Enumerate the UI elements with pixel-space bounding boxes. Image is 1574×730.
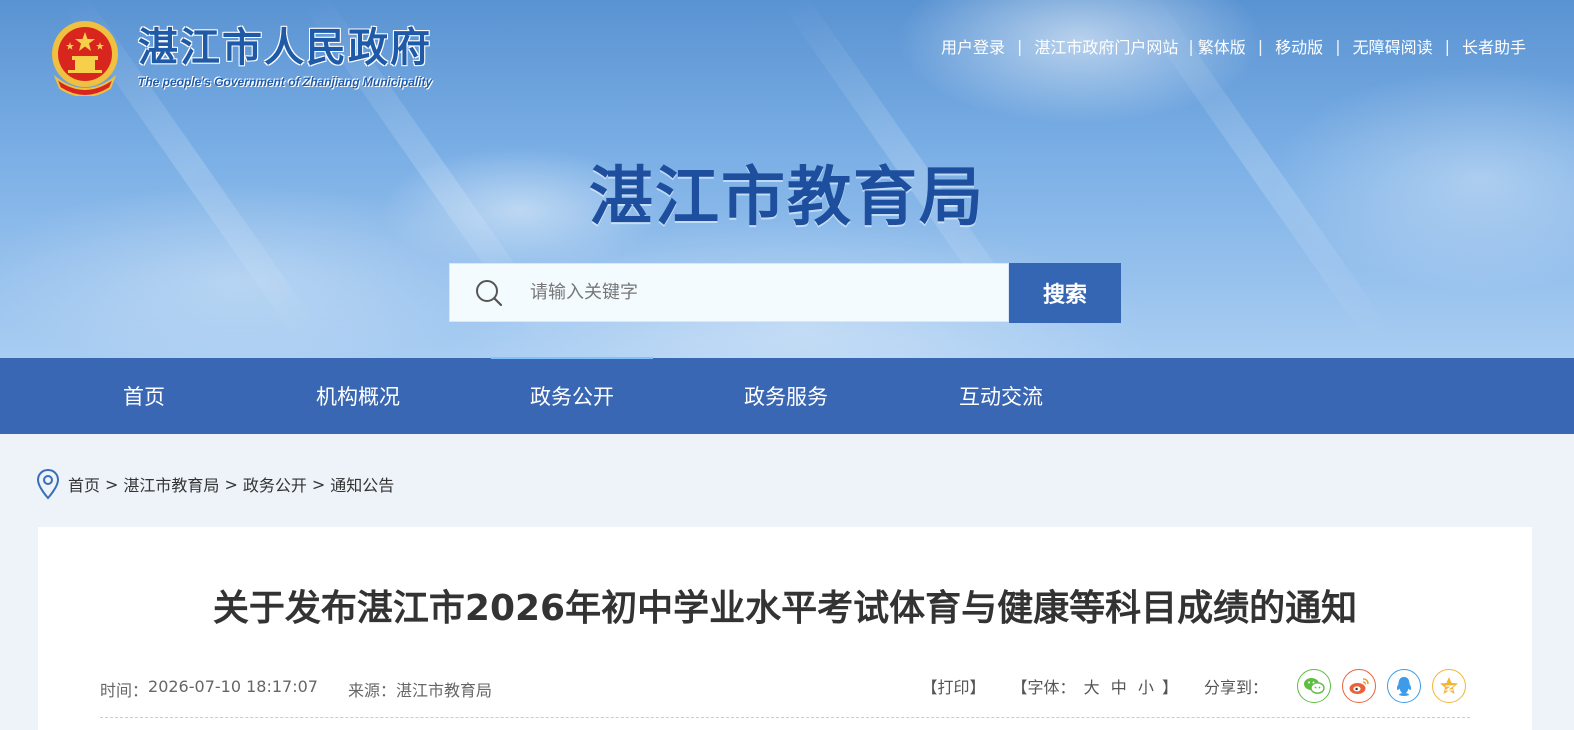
qzone-icon[interactable]	[1432, 669, 1466, 703]
elderly-assistant-link[interactable]: 长者助手	[1462, 34, 1526, 58]
breadcrumb-notices[interactable]: 通知公告	[330, 472, 394, 496]
gov-title: 湛江市人民政府	[138, 25, 432, 71]
article-tools: 【打印】 【字体： 大 中 小 】 分享到：	[922, 669, 1466, 703]
breadcrumb: 首页 > 湛江市教育局 > 政务公开 > 通知公告	[36, 468, 394, 500]
font-size-control: 【字体： 大 中 小 】	[1012, 674, 1178, 698]
portal-link[interactable]: 湛江市政府门户网站	[1034, 34, 1178, 58]
qq-icon[interactable]	[1387, 669, 1421, 703]
mobile-version-link[interactable]: 移动版	[1275, 34, 1323, 58]
link-separator: |	[1188, 36, 1194, 56]
top-links: 用户登录 | 湛江市政府门户网站 | 繁体版 | 移动版 | 无障碍阅读 | 长…	[941, 34, 1526, 58]
breadcrumb-home[interactable]: 首页	[68, 472, 100, 496]
article-meta: 时间： 2026-07-10 18:17:07 来源： 湛江市教育局	[100, 677, 492, 701]
accessibility-link[interactable]: 无障碍阅读	[1353, 34, 1433, 58]
nav-item-organization[interactable]: 机构概况	[277, 358, 439, 434]
search-input[interactable]	[530, 282, 970, 303]
breadcrumb-government-affairs[interactable]: 政务公开	[243, 472, 307, 496]
nav-item-services[interactable]: 政务服务	[705, 358, 867, 434]
article-panel: 关于发布湛江市2026年初中学业水平考试体育与健康等科目成绩的通知 时间： 20…	[38, 527, 1532, 730]
font-size-prefix: 【字体：	[1011, 678, 1076, 697]
print-button[interactable]: 【打印】	[922, 674, 986, 698]
time-label: 时间：	[100, 681, 149, 700]
article-source: 湛江市教育局	[395, 681, 492, 700]
share-label: 分享到：	[1203, 678, 1268, 697]
location-pin-icon	[36, 468, 60, 500]
nav-item-interaction[interactable]: 互动交流	[920, 358, 1082, 434]
link-separator: |	[1444, 36, 1450, 56]
publish-time: 2026-07-10 18:17:07	[148, 677, 318, 696]
search-box	[449, 263, 1009, 322]
font-size-suffix: 】	[1161, 678, 1178, 697]
search-button[interactable]: 搜索	[1009, 263, 1121, 323]
weibo-icon[interactable]	[1342, 669, 1376, 703]
traditional-chinese-link[interactable]: 繁体版	[1198, 34, 1246, 58]
link-separator: |	[1335, 36, 1341, 56]
breadcrumb-separator: >	[311, 474, 326, 494]
department-title: 湛江市教育局	[589, 161, 985, 235]
breadcrumb-separator: >	[105, 474, 119, 494]
source-label: 来源：	[347, 681, 396, 700]
login-link[interactable]: 用户登录	[941, 34, 1005, 58]
font-size-medium[interactable]: 中	[1111, 678, 1127, 697]
breadcrumb-separator: >	[224, 474, 238, 494]
wechat-icon[interactable]	[1297, 669, 1331, 703]
font-size-small[interactable]: 小	[1138, 678, 1154, 697]
nav-item-government-affairs[interactable]: 政务公开	[491, 357, 653, 434]
article-title: 关于发布湛江市2026年初中学业水平考试体育与健康等科目成绩的通知	[212, 588, 1358, 629]
gov-logo[interactable]: 湛江市人民政府 The people's Government of Zhanj…	[48, 18, 433, 97]
meta-divider	[100, 717, 1470, 718]
nav-item-home[interactable]: 首页	[63, 358, 225, 434]
link-separator: |	[1016, 36, 1023, 56]
national-emblem-icon	[48, 18, 122, 97]
gov-subtitle: The people's Government of Zhanjiang Mun…	[138, 75, 433, 89]
search-icon	[474, 278, 504, 308]
main-nav: 首页 机构概况 政务公开 政务服务 互动交流	[0, 357, 1574, 434]
link-separator: |	[1257, 36, 1264, 56]
font-size-large[interactable]: 大	[1084, 678, 1100, 697]
breadcrumb-department[interactable]: 湛江市教育局	[123, 472, 219, 496]
